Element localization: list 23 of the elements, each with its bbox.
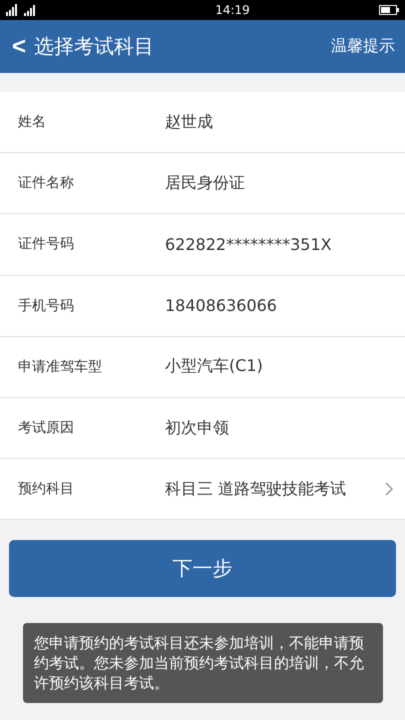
field-label: 考试原因 <box>18 419 75 438</box>
field-label: 手机号码 <box>18 296 75 315</box>
field-label: 申请准驾车型 <box>18 358 103 376</box>
back-button[interactable]: < <box>12 32 34 60</box>
battery-icon <box>379 5 399 15</box>
field-value: 18408636066 <box>165 296 278 316</box>
field-value: 赵世成 <box>165 112 214 133</box>
chevron-icon <box>385 482 393 496</box>
tips-button[interactable]: 温馨提示 <box>331 36 395 57</box>
toast-message: 您申请预约的考试科目还未参加培训，不能申请预约考试。您未参加当前预约考试科目的培训，不允许预约该科目考试。 <box>23 623 383 704</box>
field-label: 姓名 <box>18 113 47 132</box>
field-label: 证件名称 <box>18 174 75 192</box>
form-row[interactable]: 预约科目 科目三 道路驾驶技能考试 <box>0 459 405 520</box>
field-value: 622822********351X <box>165 234 333 254</box>
next-button[interactable]: 下一步 <box>9 540 396 598</box>
status-time: 14:19 <box>215 3 250 17</box>
field-value: 初次申领 <box>165 418 230 439</box>
page-title: 选择考试科目 <box>34 33 156 60</box>
field-label: 证件号码 <box>18 235 75 254</box>
field-value: 小型汽车(C1) <box>165 356 264 378</box>
field-label: 预约科目 <box>18 480 75 498</box>
field-value: 科目三 道路驾驶技能考试 <box>165 478 348 500</box>
field-value: 居民身份证 <box>165 172 246 194</box>
